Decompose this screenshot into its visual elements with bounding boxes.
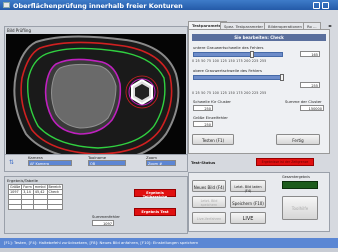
column-header: Bereich xyxy=(46,184,64,190)
minimize-button[interactable] xyxy=(313,1,320,9)
camera-select[interactable]: AF Kamera xyxy=(28,160,72,166)
status-bar: [F1]: Testen, [F4]: Haltebefehl zurückse… xyxy=(0,238,338,248)
upper-threshold-slider[interactable] xyxy=(193,74,284,81)
column-header: Form xyxy=(21,184,34,190)
column-header: mmkd xyxy=(32,184,48,190)
app-icon xyxy=(3,2,10,8)
lower-threshold-value[interactable]: 165 xyxy=(300,51,320,57)
live-button[interactable]: LIVE xyxy=(230,212,266,224)
done-button[interactable]: Fertig xyxy=(276,134,320,145)
sum-defect-value: 1097 xyxy=(92,220,114,226)
cluster-threshold-label: Schwelle für Cluster xyxy=(193,99,231,104)
editing-header: Sie bearbeiten: Check xyxy=(192,34,326,41)
single-defect-size-label: Größe Einzelfehler xyxy=(193,115,228,120)
results-label: Ergebnis/Tabelle xyxy=(7,178,38,183)
tab-bilderoperationen[interactable]: Bilderoperationen xyxy=(264,22,306,29)
table-row[interactable]: 1097 3,14 45,42 Check xyxy=(7,189,64,195)
test-result-indicator: Ergebnis Test xyxy=(134,208,176,216)
part-result-indicator: Ergebnis Teilbereiche xyxy=(134,189,176,199)
overall-result-indicator xyxy=(282,181,318,189)
tool-help-button[interactable]: Toolhilfe xyxy=(282,196,318,220)
tab-spez-testparameter[interactable]: Spez. Testparameter xyxy=(220,22,268,29)
window-title: Oberflächenprüfung innerhalb freier Kont… xyxy=(13,1,183,10)
upper-threshold-label: obere Grauwertschwelle des Fehlers xyxy=(193,68,262,73)
save-button[interactable]: Speichern (F10) xyxy=(230,196,266,208)
test-button[interactable]: Testen (F1) xyxy=(192,134,234,145)
column-header: Größe xyxy=(7,184,23,190)
new-image-button[interactable]: Neues Bild (F4) xyxy=(192,180,226,192)
test-status-label: Test-Status xyxy=(191,160,216,165)
live-previous-button[interactable]: Live-Verfahren xyxy=(192,212,226,224)
camera-switch-icon[interactable]: ⇅ xyxy=(9,159,14,166)
lower-threshold-slider[interactable] xyxy=(193,51,283,58)
table-row xyxy=(7,204,64,210)
overall-result-label: Gesamtergebnis xyxy=(282,175,310,179)
test-status-indicator: Ergebnisse ist der Zeitgrenze xyxy=(256,158,314,166)
tab-label: Testparameter xyxy=(192,23,224,28)
cluster-sum-value[interactable]: 150000 xyxy=(300,105,324,111)
toolname-field[interactable]: OB xyxy=(88,160,126,166)
image-panel-label: Bild Prüfling xyxy=(7,28,32,33)
lower-threshold-slider-knob[interactable] xyxy=(249,51,254,58)
cluster-threshold-value[interactable]: 250 xyxy=(193,105,213,111)
title-bar: Oberflächenprüfung innerhalb freier Kont… xyxy=(0,0,338,10)
lower-threshold-label: untere Grauwertschwelle des Fehlers xyxy=(193,45,264,50)
upper-threshold-scale: 0 25 50 75 100 125 150 175 200 225 255 xyxy=(192,91,267,95)
close-button[interactable] xyxy=(322,1,329,9)
zoom-select[interactable]: Zoom # xyxy=(146,160,176,166)
tab-more[interactable]: Ro ... xyxy=(303,22,321,29)
load-image-button[interactable]: Letzt. Bild laden (F4) xyxy=(230,180,266,193)
single-defect-size-value[interactable]: 250 xyxy=(193,121,213,127)
sum-defect-label: Summenfehler xyxy=(92,214,120,219)
save-image-button[interactable]: Letzt. Bild speichern xyxy=(192,196,226,208)
upper-threshold-slider-knob[interactable] xyxy=(280,74,284,81)
cluster-sum-label: Summe der Cluster xyxy=(285,99,322,104)
results-table-header: Größe Form mmkd Bereich xyxy=(7,184,64,190)
upper-threshold-value[interactable]: 255 xyxy=(300,82,320,88)
tab-scroll-arrows-icon[interactable]: ◂▸ xyxy=(328,23,332,28)
inspection-image[interactable] xyxy=(6,34,186,164)
lower-threshold-scale: 0 25 50 75 100 125 150 175 200 225 255 xyxy=(192,59,267,63)
results-table: Größe Form mmkd Bereich 1097 3,14 45,42 … xyxy=(7,184,64,210)
